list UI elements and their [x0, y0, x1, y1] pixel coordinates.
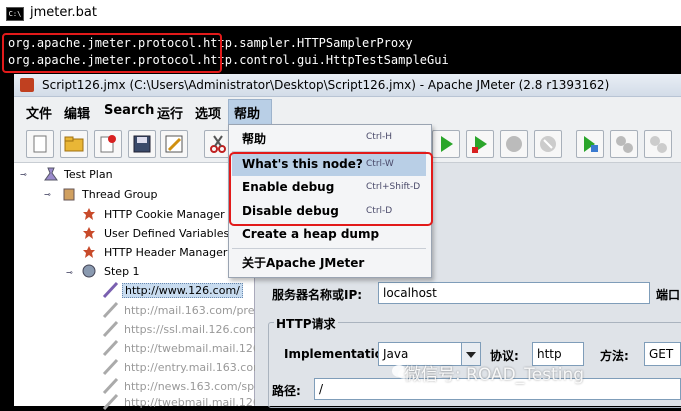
shutdown-button[interactable] — [534, 130, 562, 158]
method-label: 方法: — [600, 349, 629, 363]
menu-run[interactable]: 运行 — [157, 103, 183, 122]
step-controller-icon — [82, 264, 96, 278]
menu-separator — [232, 248, 426, 249]
stop-icon — [506, 136, 522, 152]
port-label: 端口 — [656, 288, 681, 302]
console-icon: C:\ — [6, 7, 24, 21]
console-line-2-class: .http.control.gui.HttpTestSampleGui — [195, 53, 449, 67]
folder-icon — [64, 136, 84, 152]
save-as-button[interactable] — [160, 130, 188, 158]
sampler-pen-icon — [102, 358, 119, 376]
header-manager-icon — [83, 246, 95, 258]
jmeter-app-icon — [20, 78, 34, 92]
open-file-icon — [100, 135, 116, 153]
tree-node-sampler[interactable]: https://ssl.mail.126.com/e — [124, 323, 267, 336]
shutdown-icon — [540, 136, 556, 152]
sampler-pen-icon — [102, 393, 119, 411]
menu-item-help[interactable]: 帮助 Ctrl-H — [232, 127, 426, 149]
toggle-test-plan[interactable]: ⊸ — [20, 171, 28, 179]
save-button[interactable] — [128, 130, 156, 158]
thread-group-icon — [63, 188, 75, 201]
console-title: jmeter.bat — [30, 5, 97, 20]
console-line-1-class: .http.sampler.HTTPSamplerProxy — [195, 36, 413, 50]
menu-item-heap-dump[interactable]: Create a heap dump — [232, 224, 426, 246]
stop-button[interactable] — [500, 130, 528, 158]
start-button[interactable] — [432, 130, 460, 158]
tree-node-sampler[interactable]: http://twebmail.mail.126.c — [124, 396, 269, 409]
remote-shutdown-icon — [650, 136, 667, 153]
sampler-pen-icon — [102, 320, 119, 338]
debug-items-highlight-box — [229, 152, 433, 226]
http-request-group-title: HTTP请求 — [274, 315, 338, 332]
tree-node-sampler[interactable]: http://twebmail.mail.126.c — [124, 342, 269, 355]
menu-item-about-label: 关于Apache JMeter — [242, 256, 365, 270]
test-plan-icon — [44, 167, 58, 181]
tree-node-sampler[interactable]: http://mail.163.com/preloa — [124, 304, 271, 317]
remote-stop-button[interactable] — [610, 130, 638, 158]
remote-stop-icon — [616, 136, 633, 153]
tree-node-thread-group[interactable]: Thread Group — [82, 188, 157, 201]
tree-node-sampler[interactable]: http://news.163.com/spe — [124, 380, 261, 393]
window-title: Script126.jmx (C:\Users\Administrator\De… — [42, 78, 610, 92]
tree-node-sampler[interactable]: http://entry.mail.163.com — [124, 361, 264, 374]
tree-node-header-manager[interactable]: HTTP Header Manager — [104, 246, 227, 259]
edit-icon — [165, 135, 183, 153]
test-plan-tree: ⊸ Test Plan ⊸ Thread Group HTTP Cookie M… — [14, 163, 271, 411]
menu-help[interactable]: 帮助 — [234, 103, 260, 122]
toggle-step-1[interactable]: ⊸ — [66, 269, 74, 277]
menu-file[interactable]: 文件 — [26, 103, 52, 122]
menu-item-about[interactable]: 关于Apache JMeter — [232, 251, 426, 273]
play-no-pause-icon — [472, 136, 487, 153]
method-select[interactable]: GET — [644, 342, 681, 366]
console-titlebar — [0, 0, 681, 26]
menu-search[interactable]: Search — [104, 103, 154, 118]
templates-button[interactable] — [60, 130, 88, 158]
wechat-watermark: 微信号: ROAD_Testing — [404, 365, 585, 385]
tree-node-sampler-selected[interactable]: http://www.126.com/ — [122, 283, 243, 298]
play-icon — [441, 136, 453, 152]
server-label: 服务器名称或IP: — [272, 288, 363, 302]
remote-shutdown-button[interactable] — [644, 130, 672, 158]
toggle-thread-group[interactable]: ⊸ — [44, 191, 52, 199]
console-highlight-box — [2, 33, 222, 73]
server-input[interactable]: localhost — [378, 282, 650, 304]
start-no-pauses-button[interactable] — [466, 130, 494, 158]
remote-start-icon — [584, 136, 598, 152]
cookie-manager-icon — [83, 208, 95, 220]
tree-node-step-1[interactable]: Step 1 — [104, 265, 140, 278]
tree-node-test-plan[interactable]: Test Plan — [64, 168, 113, 181]
menu-edit[interactable]: 编辑 — [64, 103, 90, 122]
new-file-icon — [33, 135, 47, 153]
menu-item-help-label: 帮助 — [242, 132, 267, 146]
menu-options[interactable]: 选项 — [195, 103, 221, 122]
menu-item-heap-dump-label: Create a heap dump — [242, 227, 380, 241]
new-button[interactable] — [26, 130, 54, 158]
tree-node-user-variables[interactable]: User Defined Variables — [104, 227, 229, 240]
open-button[interactable] — [94, 130, 122, 158]
remote-start-button[interactable] — [576, 130, 604, 158]
save-icon — [133, 135, 151, 153]
sampler-pen-icon — [102, 281, 119, 299]
menu-item-help-shortcut: Ctrl-H — [366, 132, 393, 142]
sampler-pen-icon — [102, 339, 119, 357]
sampler-pen-icon — [102, 301, 119, 319]
path-label: 路径: — [272, 384, 301, 398]
variables-icon — [83, 227, 95, 239]
tree-node-cookie-manager[interactable]: HTTP Cookie Manager — [104, 208, 225, 221]
